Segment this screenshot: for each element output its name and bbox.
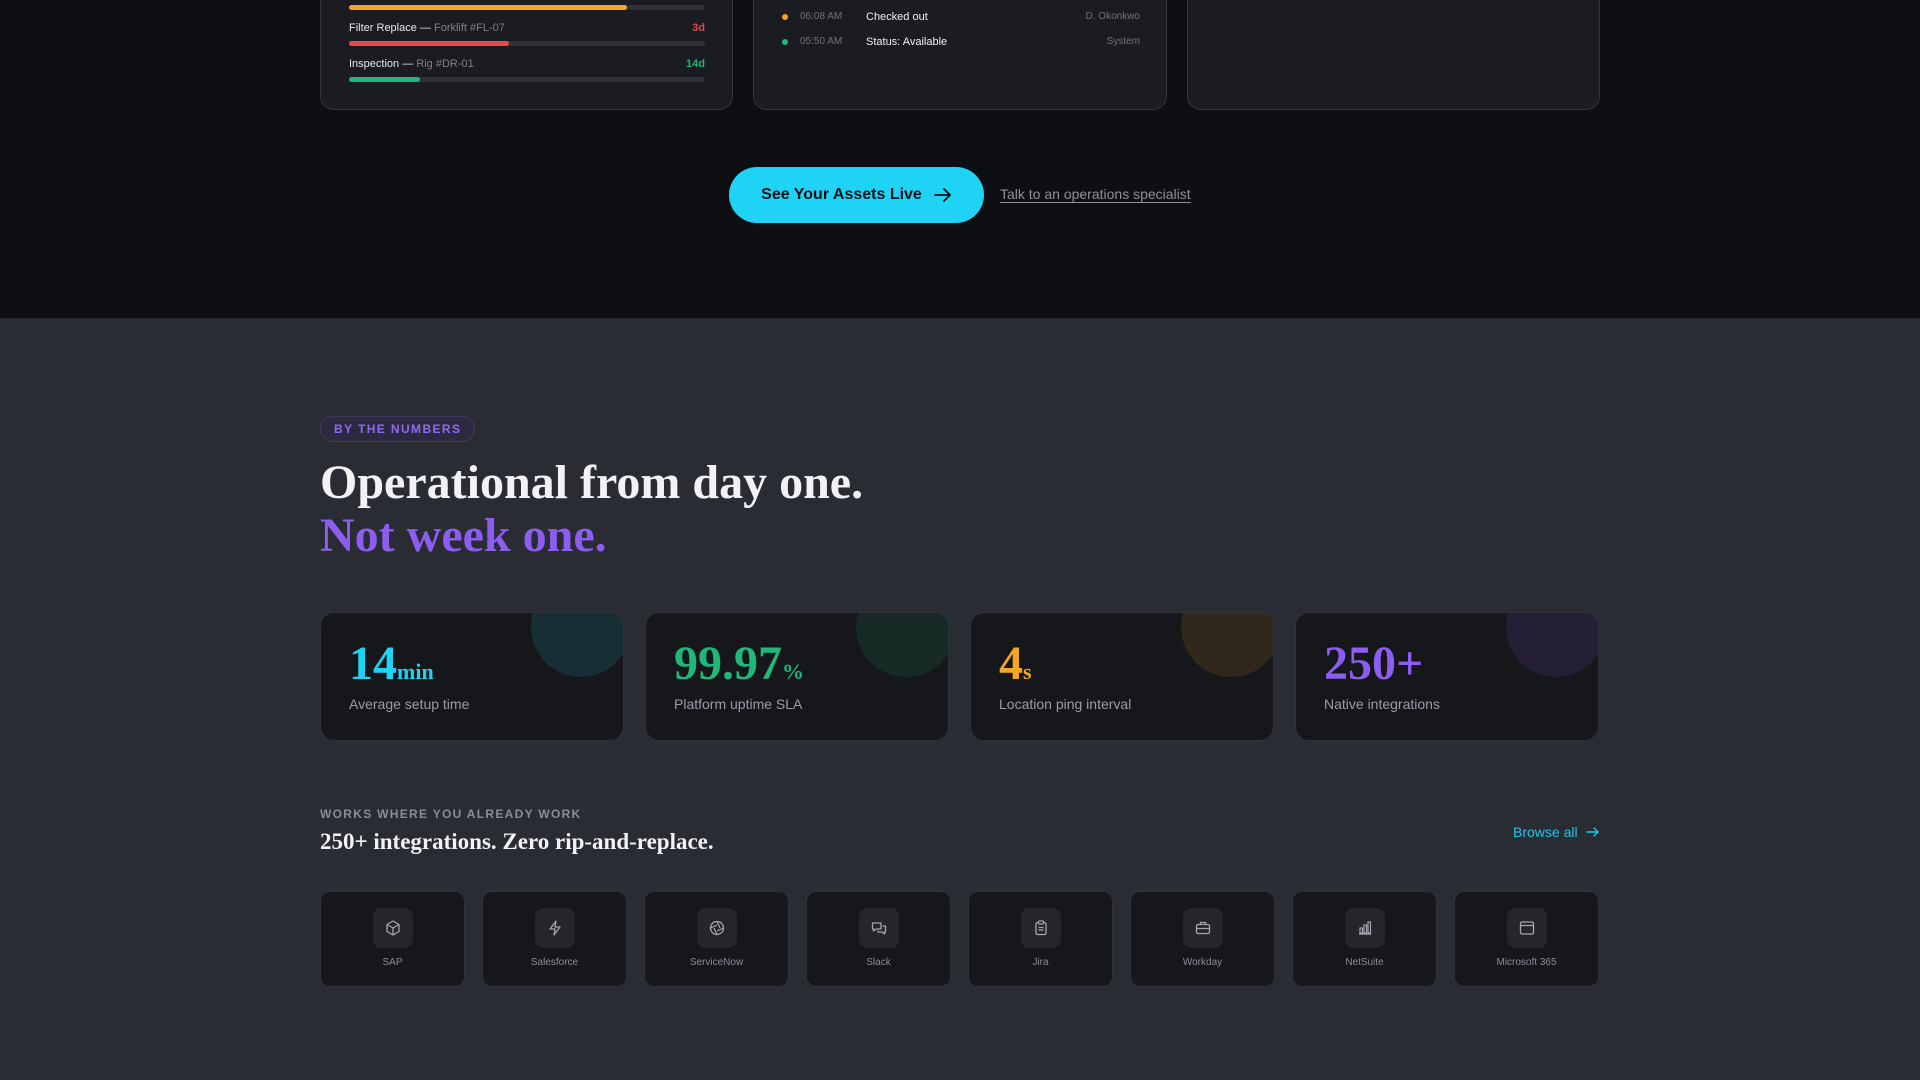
arrow-right-icon [933, 188, 951, 202]
maintenance-days: 14d [686, 58, 705, 70]
activity-time: 06:08 AM [800, 11, 843, 22]
stat-unit: min [397, 659, 434, 684]
integration-name: NetSuite [1345, 957, 1384, 968]
stat-glow [856, 613, 948, 677]
stat-value: 4s [999, 637, 1032, 699]
stat-label: Average setup time [349, 696, 470, 712]
maintenance-asset: Forklift #FL-07 [433, 22, 505, 34]
integration-tile-microsoft-365[interactable]: Microsoft 365 [1454, 891, 1599, 987]
section-headline: Operational from day one. Not week one. [320, 456, 863, 562]
stat-label: Location ping interval [999, 696, 1132, 712]
stat-label: Platform uptime SLA [674, 696, 803, 712]
aperture-icon [697, 908, 737, 948]
maintenance-separator: — [416, 22, 434, 34]
maintenance-item: Filter Replace — Forklift #FL-07 3d [349, 22, 705, 36]
integration-name: Microsoft 365 [1496, 957, 1557, 968]
maintenance-progress-fill [349, 5, 627, 10]
stat-number: 99.97 [674, 637, 782, 690]
cube-icon [373, 908, 413, 948]
top-band: Filter Replace — Forklift #FL-07 3d Insp… [0, 0, 1920, 319]
stat-number: 14 [349, 637, 397, 690]
section-eyebrow: BY THE NUMBERS [320, 416, 476, 442]
stat-value: 250+ [1324, 637, 1423, 699]
stat-number: 250+ [1324, 637, 1424, 690]
maintenance-asset: Rig #DR-01 [416, 58, 474, 70]
integration-tile-servicenow[interactable]: ServiceNow [644, 891, 789, 987]
activity-status-dot [782, 14, 788, 20]
maintenance-separator: — [399, 58, 417, 70]
briefcase-icon [1183, 908, 1223, 948]
integration-name: Slack [866, 957, 891, 968]
chat-icon [859, 908, 899, 948]
integration-name: Salesforce [530, 957, 579, 968]
stat-number: 4 [999, 637, 1023, 690]
browse-all-label: Browse all [1513, 824, 1578, 840]
maintenance-progress-bar [349, 5, 705, 10]
integration-tile-workday[interactable]: Workday [1130, 891, 1275, 987]
stat-card: 250+ Native integrations [1295, 612, 1599, 741]
preview-card [1187, 0, 1600, 110]
maintenance-task: Filter Replace [349, 22, 417, 34]
integration-tile-slack[interactable]: Slack [806, 891, 951, 987]
integrations-eyebrow: WORKS WHERE YOU ALREADY WORK [320, 807, 582, 821]
maintenance-days: 3d [692, 22, 705, 34]
activity-time: 05:50 AM [800, 36, 843, 47]
talk-to-specialist-link[interactable]: Talk to an operations specialist [1000, 186, 1191, 202]
bar-chart-icon [1345, 908, 1385, 948]
see-assets-live-button[interactable]: See Your Assets Live [729, 167, 984, 223]
maintenance-progress-bar [349, 77, 705, 82]
stat-label: Native integrations [1324, 696, 1440, 712]
stat-card: 4s Location ping interval [970, 612, 1274, 741]
lightning-icon [535, 908, 575, 948]
activity-card: 06:08 AM Checked out D. Okonkwo 05:50 AM… [753, 0, 1167, 110]
stat-glow [1181, 613, 1273, 677]
activity-event: Checked out [866, 11, 928, 23]
integration-tile-jira[interactable]: Jira [968, 891, 1113, 987]
stat-unit: % [782, 659, 804, 684]
maintenance-progress-fill [349, 77, 421, 82]
headline-accent: Not week one. [320, 509, 607, 562]
browse-all-link[interactable]: Browse all [1513, 824, 1600, 840]
arrow-right-icon [1585, 827, 1599, 837]
stat-card: 99.97% Platform uptime SLA [645, 612, 949, 741]
integration-tile-sap[interactable]: SAP [320, 891, 465, 987]
integration-name: Workday [1182, 957, 1223, 968]
clipboard-icon [1021, 908, 1061, 948]
maintenance-progress-bar [349, 41, 705, 46]
activity-status-dot [782, 39, 788, 45]
cta-button-label: See Your Assets Live [761, 186, 922, 203]
activity-event: Status: Available [866, 36, 948, 48]
integration-name: SAP [382, 957, 403, 968]
maintenance-card: Filter Replace — Forklift #FL-07 3d Insp… [320, 0, 733, 110]
activity-actor: D. Okonkwo [1085, 11, 1140, 22]
activity-row: 05:50 AM Status: Available System [782, 36, 1140, 50]
stat-glow [531, 613, 623, 677]
activity-actor: System [1106, 36, 1140, 47]
integration-name: ServiceNow [689, 957, 744, 968]
headline-primary: Operational from day one. [320, 456, 864, 509]
maintenance-task: Inspection [349, 58, 400, 70]
stat-value: 99.97% [674, 637, 804, 699]
integrations-title: 250+ integrations. Zero rip-and-replace. [320, 829, 714, 854]
integration-tile-netsuite[interactable]: NetSuite [1292, 891, 1437, 987]
maintenance-progress-fill [349, 41, 510, 46]
integration-name: Jira [1032, 957, 1049, 968]
window-icon [1507, 908, 1547, 948]
stat-card: 14min Average setup time [320, 612, 624, 741]
maintenance-item: Inspection — Rig #DR-01 14d [349, 58, 705, 72]
stat-glow [1506, 613, 1598, 677]
stat-unit: s [1023, 659, 1032, 684]
stat-value: 14min [349, 637, 434, 699]
integration-tile-salesforce[interactable]: Salesforce [482, 891, 627, 987]
activity-row: 06:08 AM Checked out D. Okonkwo [782, 11, 1140, 25]
